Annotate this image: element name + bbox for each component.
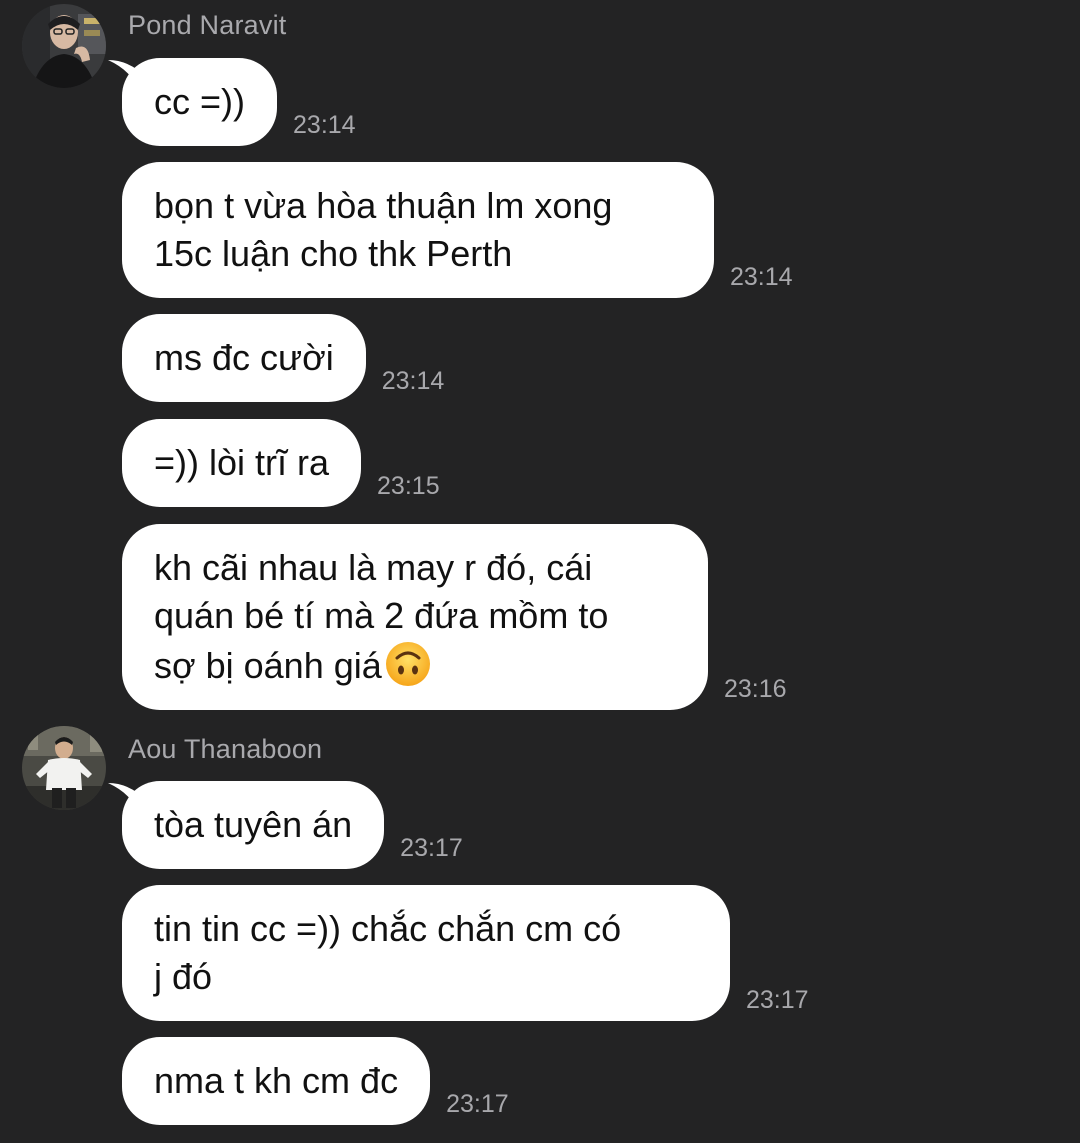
profile-photo-aou-icon [22, 726, 106, 810]
sender-name: Pond Naravit [128, 10, 287, 40]
message-time: 23:17 [400, 834, 463, 862]
message-time: 23:16 [724, 675, 787, 703]
upside-down-face-icon [385, 642, 430, 686]
message-bubble[interactable]: ms đc cười [122, 314, 366, 402]
avatar[interactable] [22, 726, 106, 810]
sender-name: Aou Thanaboon [128, 734, 323, 764]
message-row: kh cãi nhau là may r đó, cái quán bé tí … [122, 524, 787, 710]
message-text: kh cãi nhau là may r đó, cái quán bé tí … [154, 547, 609, 686]
message-bubble[interactable]: cc =)) [122, 58, 278, 146]
message-time: 23:14 [730, 263, 793, 291]
message-row: ms đc cười 23:14 [122, 314, 444, 402]
message-row: tin tin cc =)) chắc chắn cm có j đó 23:1… [122, 885, 809, 1021]
message-bubble[interactable]: tòa tuyên án [122, 781, 385, 869]
message-bubble[interactable]: kh cãi nhau là may r đó, cái quán bé tí … [122, 524, 708, 710]
message-row: =)) lòi trĩ ra 23:15 [122, 419, 440, 507]
message-time: 23:15 [377, 472, 440, 500]
message-bubble[interactable]: tin tin cc =)) chắc chắn cm có j đó [122, 885, 730, 1021]
message-row: tòa tuyên án 23:17 [122, 781, 463, 869]
message-bubble[interactable]: =)) lòi trĩ ra [122, 419, 362, 507]
message-bubble[interactable]: nma t kh cm đc [122, 1037, 431, 1125]
message-time: 23:14 [293, 111, 356, 139]
message-row: nma t kh cm đc 23:17 [122, 1037, 509, 1125]
message-bubble[interactable]: bọn t vừa hòa thuận lm xong 15c luận cho… [122, 162, 714, 298]
avatar[interactable] [22, 4, 106, 88]
message-time: 23:17 [746, 986, 809, 1014]
message-time: 23:17 [446, 1090, 509, 1118]
profile-photo-pond-icon [22, 4, 106, 88]
message-time: 23:14 [381, 367, 445, 395]
message-row: cc =)) 23:14 [122, 58, 356, 146]
message-row: bọn t vừa hòa thuận lm xong 15c luận cho… [122, 162, 793, 298]
